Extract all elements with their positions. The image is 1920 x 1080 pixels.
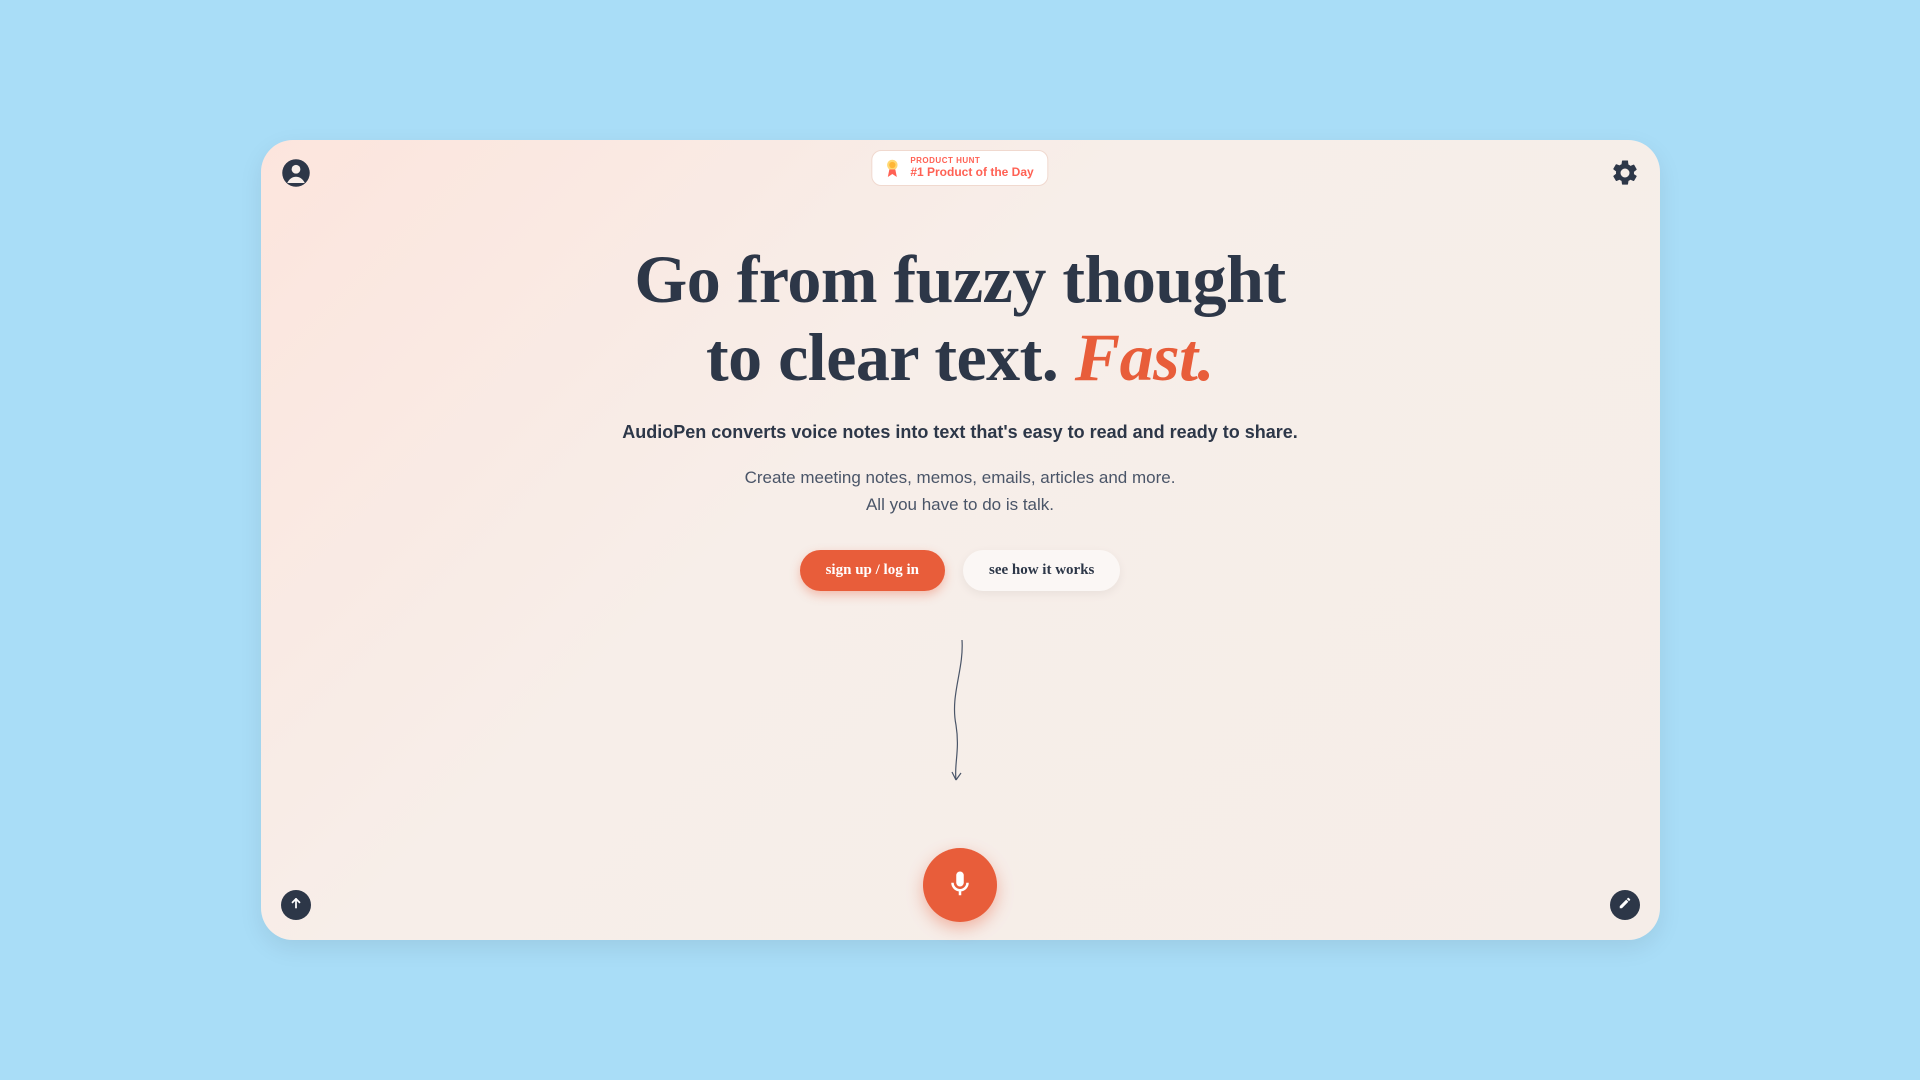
signup-button[interactable]: sign up / log in [800,550,945,591]
headline: Go from fuzzy thought to clear text. Fas… [381,240,1540,396]
headline-part-b: to clear text. [706,319,1058,395]
user-icon [281,158,311,193]
app-card: PRODUCT HUNT #1 Product of the Day Go fr… [261,140,1660,940]
demo-button[interactable]: see how it works [963,550,1120,591]
arrow-up-icon [289,896,303,915]
pencil-icon [1618,896,1632,915]
award-icon [882,158,902,178]
edit-button[interactable] [1610,890,1640,920]
upload-button[interactable] [281,890,311,920]
gear-icon [1610,158,1640,193]
headline-fast: Fast. [1075,319,1214,395]
cta-row: sign up / log in see how it works [381,550,1540,591]
product-hunt-badge[interactable]: PRODUCT HUNT #1 Product of the Day [871,150,1048,186]
headline-part-a: Go from fuzzy thought [634,241,1285,317]
hero-section: Go from fuzzy thought to clear text. Fas… [261,240,1660,591]
record-button[interactable] [923,848,997,922]
settings-button[interactable] [1610,160,1640,190]
profile-button[interactable] [281,160,311,190]
desc-line-2: All you have to do is talk. [866,495,1054,514]
subheadline: AudioPen converts voice notes into text … [381,422,1540,443]
description: Create meeting notes, memos, emails, art… [381,465,1540,518]
microphone-icon [945,869,975,902]
badge-title: #1 Product of the Day [910,166,1033,179]
desc-line-1: Create meeting notes, memos, emails, art… [745,468,1176,487]
arrow-squiggle [940,640,980,795]
